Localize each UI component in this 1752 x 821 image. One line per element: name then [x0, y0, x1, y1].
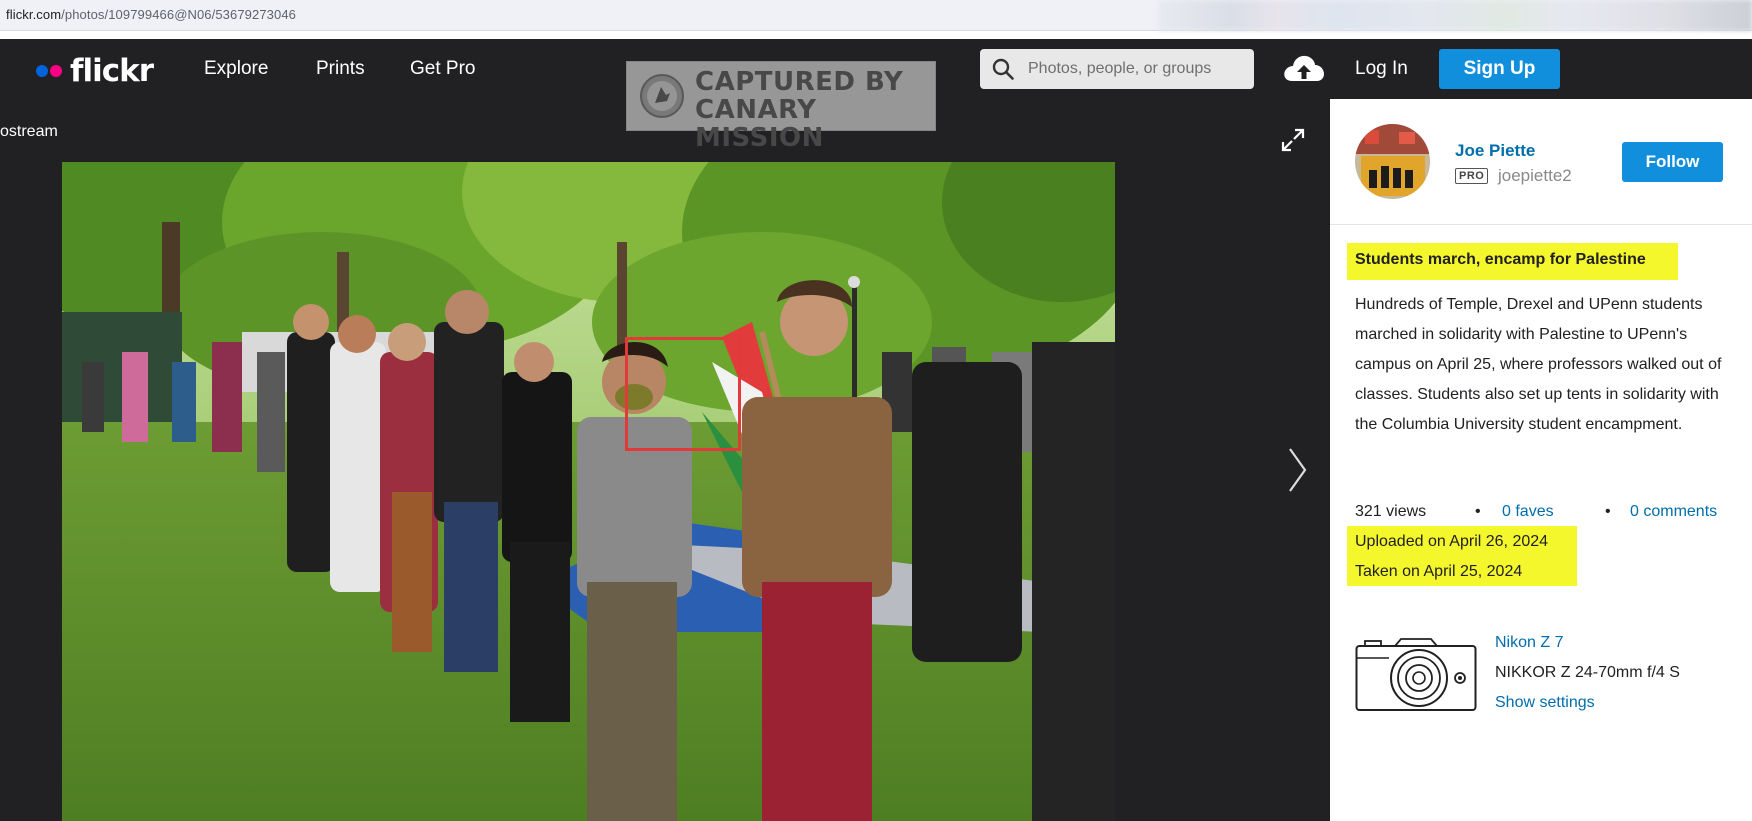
owner-handle: joepiette2 [1498, 166, 1572, 185]
search-icon [992, 58, 1014, 80]
watermark-text: CAPTURED BY CANARY MISSION [695, 68, 935, 152]
avatar-image [1355, 124, 1430, 199]
follow-button[interactable]: Follow [1622, 142, 1723, 182]
canary-bird-icon [640, 74, 684, 118]
owner-name-link[interactable]: Joe Piette [1455, 141, 1535, 161]
views-count: 321 views [1355, 503, 1427, 520]
camera-icon [1355, 638, 1477, 711]
comments-link[interactable]: 0 comments [1630, 503, 1717, 521]
stat-separator: • [1475, 503, 1481, 520]
canary-mission-watermark: CAPTURED BY CANARY MISSION [626, 61, 936, 152]
cloud-upload-icon[interactable] [1282, 53, 1326, 85]
back-to-photostream-link[interactable]: ostream [0, 123, 58, 141]
search-box[interactable] [980, 49, 1254, 89]
browser-address-bar[interactable]: flickr.com/photos/109799466@N06/53679273… [0, 0, 1752, 31]
photo-image [62, 162, 1115, 821]
logo-pink-dot [50, 65, 62, 77]
flickr-logo[interactable]: flickr [36, 53, 154, 89]
watermark-line-2: CANARY MISSION [695, 95, 824, 153]
flickr-photo-page: flickr.com/photos/109799466@N06/53679273… [0, 0, 1752, 821]
nav-explore[interactable]: Explore [204, 58, 268, 80]
url-host: flickr.com [6, 7, 62, 22]
photo-stage: ostream [0, 99, 1330, 821]
stat-separator: • [1605, 503, 1611, 520]
url-text[interactable]: flickr.com/photos/109799466@N06/53679273… [6, 7, 296, 22]
main-photo[interactable] [62, 162, 1115, 821]
nav-prints[interactable]: Prints [316, 58, 365, 80]
photo-info-panel: Joe Piette PRO joepiette2 Follow Student… [1330, 99, 1752, 821]
owner-avatar[interactable] [1355, 124, 1430, 199]
camera-model-link[interactable]: Nikon Z 7 [1495, 634, 1563, 652]
watermark-line-1: CAPTURED BY [695, 67, 904, 97]
logo-wordmark: flickr [70, 53, 154, 89]
expand-icon[interactable] [1280, 127, 1306, 153]
logo-blue-dot [36, 65, 48, 77]
url-path: /photos/109799466@N06/53679273046 [61, 7, 296, 22]
show-settings-link[interactable]: Show settings [1495, 694, 1595, 712]
uploaded-date: Uploaded on April 26, 2024 [1355, 533, 1549, 550]
faves-link[interactable]: 0 faves [1502, 503, 1554, 521]
blurred-browser-extensions [1158, 0, 1752, 31]
pro-badge: PRO [1455, 168, 1489, 184]
photo-description: Hundreds of Temple, Drexel and UPenn stu… [1355, 296, 1722, 433]
lens-model: NIKKOR Z 24-70mm f/4 S [1495, 664, 1680, 681]
highlighted-face-box [625, 337, 741, 451]
chevron-right-icon[interactable] [1287, 447, 1307, 493]
nav-get-pro[interactable]: Get Pro [410, 58, 475, 80]
log-in-link[interactable]: Log In [1355, 58, 1408, 80]
photo-title: Students march, encamp for Palestine [1355, 251, 1646, 268]
search-input[interactable] [1028, 49, 1248, 89]
taken-date: Taken on April 25, 2024 [1355, 563, 1523, 580]
sign-up-button[interactable]: Sign Up [1439, 49, 1560, 89]
panel-divider [1330, 224, 1752, 225]
